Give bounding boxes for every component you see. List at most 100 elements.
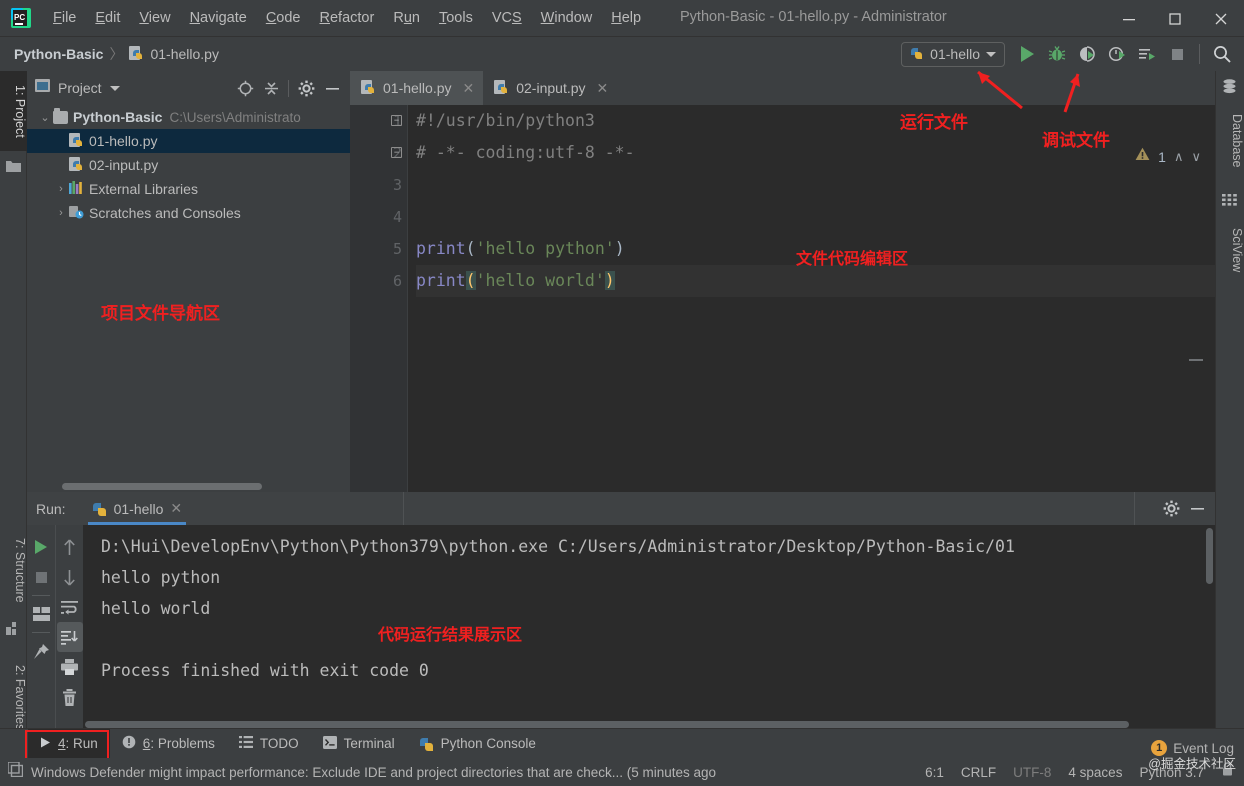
down-stacktrace-button[interactable]	[57, 562, 83, 592]
caret-position[interactable]: 6:1	[925, 765, 944, 780]
code-line-4[interactable]	[416, 201, 1215, 233]
editor-gutter[interactable]: 1 2 3 4 5 6 − −	[350, 105, 408, 492]
menu-navigate[interactable]: Navigate	[181, 7, 256, 29]
clear-all-button[interactable]	[57, 682, 83, 712]
tab-02-input-py[interactable]: 02-input.py ✕	[483, 71, 617, 105]
scrollbar-thumb[interactable]	[85, 721, 1129, 728]
menu-view[interactable]: View	[130, 7, 179, 29]
maximize-button[interactable]	[1152, 0, 1198, 37]
code-line-6[interactable]: print('hello world')	[416, 265, 1215, 297]
menu-run[interactable]: Run	[384, 7, 429, 29]
breadcrumb-root[interactable]: Python-Basic	[14, 46, 103, 62]
menu-help[interactable]: Help	[602, 7, 650, 29]
chevron-right-icon[interactable]: ›	[53, 207, 69, 219]
menu-vcs[interactable]: VCS	[483, 7, 531, 29]
gear-icon[interactable]	[294, 76, 318, 100]
annotation-project-nav-area: 项目文件导航区	[101, 304, 220, 323]
menu-window[interactable]: Window	[532, 7, 602, 29]
print-button[interactable]	[57, 652, 83, 682]
project-panel-toolbar	[233, 76, 344, 100]
gear-icon[interactable]	[1159, 497, 1183, 521]
chevron-down-icon[interactable]: ⌄	[37, 111, 53, 124]
menu-code[interactable]: Code	[257, 7, 310, 29]
inspection-icon[interactable]	[7, 761, 24, 782]
close-button[interactable]	[1198, 0, 1244, 37]
tab-python-console[interactable]: Python Console	[407, 729, 548, 759]
run-button[interactable]	[1013, 40, 1041, 68]
attach-to-process-button[interactable]	[1133, 40, 1161, 68]
scroll-to-end-button[interactable]	[56, 622, 83, 652]
tree-row-external-libraries[interactable]: › External Libraries	[27, 177, 350, 201]
annotation-run-result-area: 代码运行结果展示区	[378, 625, 523, 644]
minimize-button[interactable]	[1106, 0, 1152, 37]
next-highlight-button[interactable]: ∨	[1191, 149, 1201, 165]
menu-refactor[interactable]: Refactor	[311, 7, 384, 29]
up-stacktrace-button[interactable]	[57, 532, 83, 562]
run-configuration-selector[interactable]: 01-hello	[901, 41, 1005, 67]
code-text[interactable]: #!/usr/bin/python3 # -*- coding:utf-8 -*…	[408, 105, 1215, 492]
chevron-down-icon	[986, 51, 996, 57]
menu-tools[interactable]: Tools	[430, 7, 482, 29]
tab-01-hello-py[interactable]: 01-hello.py ✕	[350, 71, 484, 105]
run-console-output[interactable]: D:\Hui\DevelopEnv\Python\Python379\pytho…	[83, 525, 1215, 730]
scrollbar-thumb[interactable]	[1206, 528, 1213, 584]
menu-file[interactable]: File	[44, 7, 85, 29]
stop-button[interactable]	[1163, 40, 1191, 68]
file-encoding[interactable]: UTF-8	[1013, 765, 1051, 780]
tree-row-01-hello[interactable]: 01-hello.py	[27, 129, 350, 153]
tab-problems[interactable]: 6: Problems	[110, 729, 227, 759]
code-line-3[interactable]	[416, 169, 1215, 201]
tree-row-project-root[interactable]: ⌄ Python-Basic C:\Users\Administrato	[27, 105, 350, 129]
sidebar-item-project[interactable]: 1: Project	[0, 71, 27, 151]
debug-button[interactable]	[1043, 40, 1071, 68]
code-function: print	[416, 271, 466, 290]
restore-layout-button[interactable]	[28, 599, 54, 629]
line-separator[interactable]: CRLF	[961, 765, 996, 780]
console-vertical-scrollbar[interactable]	[1204, 525, 1215, 730]
console-line: Process finished with exit code 0	[101, 661, 429, 680]
status-message[interactable]: Windows Defender might impact performanc…	[31, 765, 716, 780]
tree-row-02-input[interactable]: 02-input.py	[27, 153, 350, 177]
tab-terminal[interactable]: Terminal	[311, 729, 407, 759]
svg-text:PC: PC	[14, 13, 25, 22]
watermark: @掘金技术社区	[1148, 757, 1236, 771]
close-icon[interactable]: ✕	[170, 500, 182, 517]
scrollbar-thumb[interactable]	[62, 483, 262, 490]
prev-highlight-button[interactable]: ∧	[1174, 149, 1184, 165]
chevron-right-icon[interactable]: ›	[53, 183, 69, 195]
error-circle-icon	[122, 735, 136, 752]
profile-button[interactable]	[1103, 40, 1131, 68]
tree-row-scratches-and-consoles[interactable]: › Scratches and Consoles	[27, 201, 350, 225]
chevron-down-icon[interactable]	[109, 85, 120, 91]
sidebar-item-sciview[interactable]: SciView	[1215, 214, 1244, 286]
menu-edit[interactable]: Edit	[86, 7, 129, 29]
soft-wrap-button[interactable]	[57, 592, 83, 622]
stop-process-button[interactable]	[28, 562, 54, 592]
sidebar-item-structure[interactable]: 7: Structure	[0, 526, 27, 614]
close-icon[interactable]: ✕	[597, 80, 609, 97]
code-editor[interactable]: 1 2 3 4 5 6 − − #!/usr/bin/python3 # -*-…	[350, 105, 1215, 492]
fold-marker-icon[interactable]: −	[391, 147, 402, 158]
indent-setting[interactable]: 4 spaces	[1068, 765, 1122, 780]
line-number: 5	[392, 240, 402, 258]
hide-panel-button[interactable]	[320, 76, 344, 100]
hide-panel-button[interactable]	[1185, 497, 1209, 521]
rerun-button[interactable]	[28, 532, 54, 562]
search-everywhere-button[interactable]	[1208, 40, 1236, 68]
tab-run[interactable]: 4: Run	[28, 728, 110, 759]
project-horizontal-scrollbar[interactable]	[35, 481, 350, 492]
select-opened-file-button[interactable]	[233, 76, 257, 100]
run-tab-01-hello[interactable]: 01-hello ✕	[87, 492, 187, 525]
sidebar-item-database[interactable]: Database	[1215, 99, 1244, 183]
code-paren-highlight: )	[604, 271, 615, 290]
close-icon[interactable]: ✕	[463, 80, 475, 97]
inspection-widget[interactable]: 1 ∧ ∨	[1135, 147, 1201, 166]
collapse-all-button[interactable]	[259, 76, 283, 100]
run-with-coverage-button[interactable]	[1073, 40, 1101, 68]
pin-tab-button[interactable]	[28, 636, 54, 666]
fold-marker-icon[interactable]: −	[391, 115, 402, 126]
tab-todo[interactable]: TODO	[227, 729, 311, 759]
toolbar-divider	[32, 595, 50, 596]
editor-tab-bar: 01-hello.py ✕ 02-input.py ✕	[350, 71, 1215, 105]
breadcrumb-file[interactable]: 01-hello.py	[150, 46, 219, 62]
